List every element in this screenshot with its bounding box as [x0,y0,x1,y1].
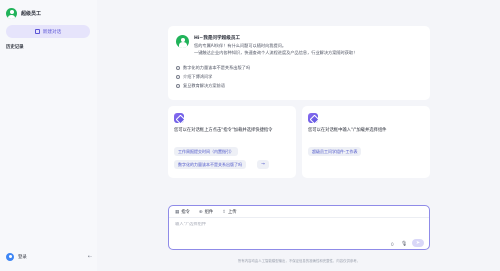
component-icon [308,113,318,123]
microphone-icon[interactable]: 🎙 [401,241,407,247]
history-title: 历史记录 [6,45,24,50]
welcome-card: Hi~我是问学超级员工 您的专属AI伙伴！有什么问题可以随时向我提问。 一键触达… [168,26,430,100]
suggestion-icon [176,66,180,70]
sidebar: 超级员工 新建对话 历史记录 登录 ⇠ [0,0,97,271]
bot-avatar-icon [176,35,189,48]
command-tool-icon: ▦ [175,209,180,215]
component-tips-panel: 您可以在对话框中输入"/"加载并选择组件 超级员工问学组件-工作表 [302,106,430,178]
new-chat-button[interactable]: 新建对话 [6,25,90,38]
suggestion-label: 介绍下博鸿问学 [183,74,213,79]
component-tool-label: 组件 [204,210,214,215]
composer-toolbar: ▦ 指令 ⊕ 组件 ⇪ 上传 [175,209,246,216]
send-button[interactable]: ➤ [412,239,424,247]
upload-icon: ⇪ [222,209,227,215]
command-chip[interactable]: 工作周报提交时间（内置指引） [174,147,238,156]
component-chip[interactable]: 超级员工问学组件-工作表 [308,147,362,156]
collapse-icon[interactable]: ⇠ [88,254,92,260]
command-tool-button[interactable]: ▦ 指令 [175,209,190,216]
suggestion-label: 数字化的力量该本不是关系出版了吗 [183,65,251,70]
component-tool-button[interactable]: ⊕ 组件 [198,209,214,216]
welcome-greeting: Hi~我是问学超级员工 [194,36,241,41]
component-tool-icon: ⊕ [198,209,203,215]
suggestion-icon [176,75,180,79]
login-link[interactable]: 登录 [18,254,27,260]
message-input[interactable] [175,222,375,227]
command-tips-panel: 您可以在对话框上方点击"指令"加载并选择快捷指令 工作周报提交时间（内置指引） … [168,106,296,178]
suggestion-icon [176,84,180,88]
command-icon [174,113,184,123]
command-chip[interactable]: 数字化的力量该本不是关系出版了吗 [174,160,246,169]
new-chat-label: 新建对话 [42,29,62,35]
brand-name: 超级员工 [21,11,42,17]
new-chat-icon [34,29,40,34]
composer: ▦ 指令 ⊕ 组件 ⇪ 上传 0 🎙 ➤ [168,205,430,250]
suggestion-item[interactable]: 数字化的力量该本不是关系出版了吗 [176,65,250,71]
disclaimer: 所有内容均由人工智能模型输出，不保证信息的准确性和完整性，内容仅供参考。 [237,259,361,263]
upload-tool-button[interactable]: ⇪ 上传 [222,209,237,216]
component-tips-title: 您可以在对话框中输入"/"加载并选择组件 [308,128,387,133]
welcome-line-2: 一键触达企业内各种知识，快速查询个人流程进度及产品信息，行业解决方案随时获取！ [194,50,358,55]
brand-logo-icon [6,8,17,19]
avatar[interactable] [6,253,14,261]
brand: 超级员工 [6,8,41,19]
composer-divider [169,217,429,218]
command-tips-title: 您可以在对话框上方点击"指令"加载并选择快捷指令 [174,128,273,133]
suggestion-item[interactable]: 复旦教育解决方案前语 [176,83,225,89]
suggestion-label: 复旦教育解决方案前语 [183,83,225,88]
welcome-line-1: 您的专属AI伙伴！有什么问题可以随时向我提问。 [194,43,287,48]
send-icon: ➤ [415,240,421,246]
char-count: 0 [391,242,394,247]
upload-tool-label: 上传 [228,210,237,215]
user-row: 登录 ⇠ [6,253,92,261]
command-tool-label: 指令 [181,210,190,215]
suggestion-item[interactable]: 介绍下博鸿问学 [176,74,212,80]
arrow-right-icon[interactable]: → [257,160,269,169]
